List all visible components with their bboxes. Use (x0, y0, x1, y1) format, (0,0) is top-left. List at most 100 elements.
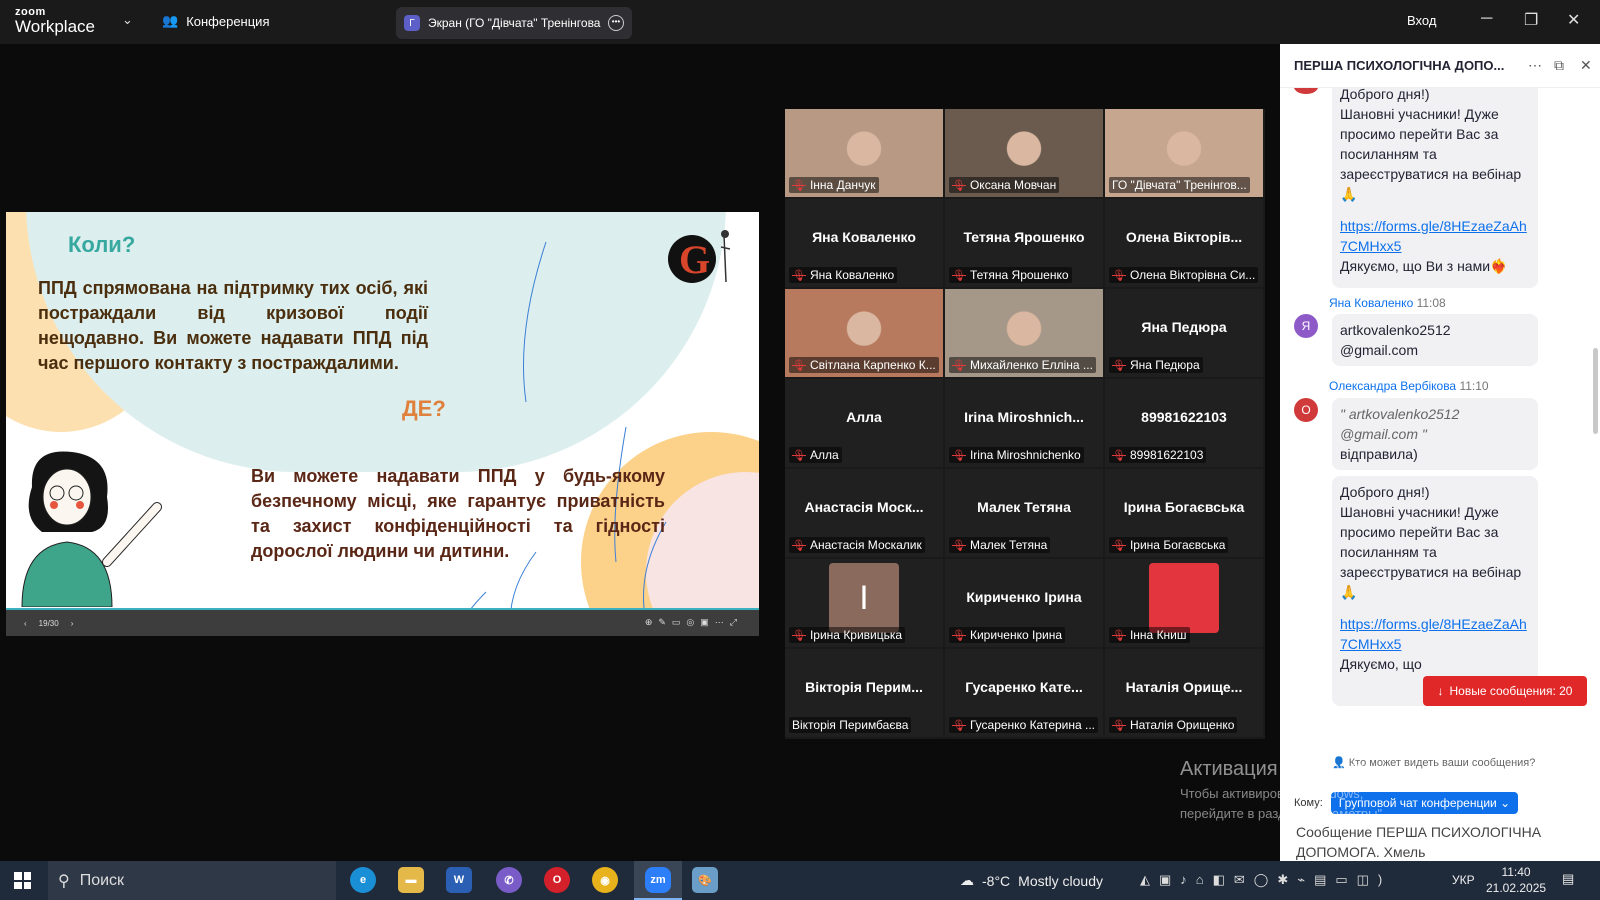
edge-icon[interactable]: e (350, 867, 376, 893)
chat-message: Доброго дня!) Шановні учасники! Дуже про… (1332, 476, 1538, 706)
chevron-down-icon[interactable]: ⌄ (122, 12, 133, 28)
zoom-logo: zoom Workplace (15, 7, 95, 36)
close-icon[interactable]: ✕ (1567, 10, 1580, 30)
language-indicator[interactable]: УКР (1452, 873, 1475, 887)
participant-tile[interactable]: 🎙 Світлана Карпенко К... (785, 289, 943, 377)
chat-header: ПЕРША ПСИХОЛОГІЧНА ДОПО... ⋯ ⧉ ✕ (1280, 44, 1600, 88)
participant-tile[interactable]: ГО "Дівчата" Тренінгов... (1105, 109, 1263, 197)
participant-tile[interactable]: 89981622103 🎙 89981622103 (1105, 379, 1263, 467)
weather-widget[interactable]: ☁ -8°C Mostly cloudy (960, 872, 1103, 889)
participant-caption: 🎙 Кириченко Ірина (949, 627, 1065, 643)
participant-caption-name: Інна Книш (1129, 628, 1187, 642)
screen-share-tab[interactable]: Г Экран (ГО "Дівчата" Тренінгова ••• (396, 7, 632, 39)
chat-scrollbar[interactable] (1593, 348, 1598, 434)
message-quote: " artkovalenko2512 @gmail.com " (1340, 406, 1460, 442)
participants-gallery: 🎙 Інна Данчук 🎙 Оксана Мовчан ГО "Дівчата" Т… (785, 109, 1265, 739)
participant-caption-name: Малек Тетяна (969, 538, 1048, 552)
participant-tile[interactable]: Тетяна Ярошенко 🎙 Тетяна Ярошенко (945, 199, 1103, 287)
participant-tile[interactable]: 🎙 Інна Книш (1105, 559, 1263, 647)
zoom-icon[interactable]: zm (645, 867, 671, 893)
windows-start-icon[interactable] (14, 872, 31, 889)
participant-tile[interactable]: Яна Коваленко 🎙 Яна Коваленко (785, 199, 943, 287)
message-text: Шановні учасники! Дуже просимо перейти В… (1340, 504, 1522, 600)
notification-icon[interactable]: ▤ (1562, 871, 1574, 887)
participant-caption-name: Ірина Богаєвська (1129, 538, 1226, 552)
participant-tile[interactable]: Ірина Богаєвська 🎙 Ірина Богаєвська (1105, 469, 1263, 557)
message-link[interactable]: https://forms.gle/8HEzaeZaAh7CMHxx5 (1340, 616, 1527, 652)
participant-tile[interactable]: Олена Вікторів... 🎙 Олена Вікторівна Си... (1105, 199, 1263, 287)
participant-name: 89981622103 (1141, 409, 1227, 425)
clock-time: 11:40 (1501, 865, 1531, 879)
file-explorer-icon[interactable]: ▬ (398, 867, 424, 893)
popout-icon[interactable]: ⧉ (1554, 57, 1564, 74)
slide-page-indicator: 19/30 (38, 618, 59, 628)
login-button[interactable]: Вход (1407, 13, 1436, 28)
chrome-icon[interactable]: ◉ (592, 867, 618, 893)
participant-tile[interactable]: 🎙 Михайленко Елліна ... (945, 289, 1103, 377)
participant-caption-name: Інна Данчук (809, 178, 876, 192)
more-options-icon[interactable]: ••• (608, 15, 624, 31)
prev-slide-icon[interactable]: ‹ (24, 619, 27, 628)
new-messages-label: Новые сообщения: 20 (1449, 684, 1573, 698)
participant-tile[interactable]: Вікторія Перим... Вікторія Перимбаєва (785, 649, 943, 737)
mic-muted-icon: 🎙 (792, 539, 806, 552)
participant-caption-name: ГО "Дівчата" Тренінгов... (1112, 178, 1247, 192)
mic-muted-icon: 🎙 (1112, 449, 1126, 462)
mic-muted-icon: 🎙 (952, 359, 966, 372)
participant-caption: ГО "Дівчата" Тренінгов... (1109, 177, 1250, 193)
participant-name: Анастасія Моск... (804, 499, 924, 515)
conference-button[interactable]: 👥 Конференция (162, 13, 269, 29)
participant-name: Наталія Орище... (1125, 679, 1243, 695)
opera-icon[interactable]: O (544, 867, 570, 893)
participant-caption-name: Михайленко Елліна ... (969, 358, 1093, 372)
more-icon[interactable]: ⋯ (1528, 57, 1542, 74)
participant-name: Малек Тетяна (977, 499, 1071, 515)
participant-tile[interactable]: Алла 🎙 Алла (785, 379, 943, 467)
mic-muted-icon: 🎙 (792, 629, 806, 642)
participant-tile[interactable]: I 🎙 Ірина Кривицька (785, 559, 943, 647)
participant-caption-name: Вікторія Перимбаєва (792, 718, 909, 732)
participant-caption: 🎙 Світлана Карпенко К... (789, 357, 939, 373)
participant-tile[interactable]: 🎙 Інна Данчук (785, 109, 943, 197)
participant-caption-name: Кириченко Ірина (969, 628, 1062, 642)
message-text: Дякуємо, що Ви з нами❤️‍🔥 (1340, 258, 1508, 274)
mic-muted-icon: 🎙 (1112, 719, 1126, 732)
chat-messages[interactable]: Доброго дня!) Шановні учасники! Дуже про… (1280, 88, 1600, 750)
participant-caption-name: Наталія Орищенко (1129, 718, 1235, 732)
chat-message: artkovalenko2512 @gmail.com (1332, 314, 1538, 366)
minimize-icon[interactable]: ─ (1481, 10, 1492, 28)
participant-caption: 🎙 Малек Тетяна (949, 537, 1051, 553)
chat-message: Доброго дня!) Шановні учасники! Дуже про… (1332, 88, 1538, 288)
word-icon[interactable]: W (446, 867, 472, 893)
paint-icon[interactable]: 🎨 (692, 867, 718, 893)
new-messages-button[interactable]: ↓ Новые сообщения: 20 (1423, 676, 1587, 706)
participant-tile[interactable]: Кириченко Ірина 🎙 Кириченко Ірина (945, 559, 1103, 647)
search-label: Поиск (79, 871, 125, 889)
taskbar-search[interactable]: ⚲ Поиск (48, 861, 336, 900)
slide-toolbar-icons[interactable]: ⊕✎▭◎▣⋯⤢ (645, 617, 743, 628)
participants-icon: 👥 (162, 13, 179, 28)
participant-tile[interactable]: Яна Педюра 🎙 Яна Педюра (1105, 289, 1263, 377)
message-input[interactable]: Сообщение ПЕРША ПСИХОЛОГІЧНА ДОПОМОГА. Х… (1296, 822, 1586, 862)
participant-tile[interactable]: Малек Тетяна 🎙 Малек Тетяна (945, 469, 1103, 557)
taskbar-clock[interactable]: 11:40 21.02.2025 (1486, 864, 1546, 896)
close-chat-icon[interactable]: ✕ (1580, 57, 1592, 74)
participant-caption-name: Irina Miroshnichenko (969, 448, 1081, 462)
message-sender: Олександра Вербікова 11:10 (1329, 379, 1489, 393)
participant-caption: 🎙 Тетяна Ярошенко (949, 267, 1072, 283)
participant-name: Кириченко Ірина (966, 589, 1082, 605)
avatar: О (1294, 398, 1318, 422)
participant-tile[interactable]: Анастасія Моск... 🎙 Анастасія Москалик (785, 469, 943, 557)
restore-icon[interactable]: ❐ (1524, 10, 1538, 30)
message-link[interactable]: https://forms.gle/8HEzaeZaAh7CMHxx5 (1340, 218, 1527, 254)
participant-tile[interactable]: Гусаренко Кате... 🎙 Гусаренко Катерина ... (945, 649, 1103, 737)
next-slide-icon[interactable]: › (71, 619, 74, 628)
cloudy-icon: ☁ (960, 872, 974, 888)
participant-tile[interactable]: Наталія Орище... 🎙 Наталія Орищенко (1105, 649, 1263, 737)
message-text: Дякуємо, що (1340, 656, 1422, 672)
slide-paragraph-2: Ви можете надавати ППД у будь-якому безп… (251, 466, 665, 561)
viber-icon[interactable]: ✆ (496, 867, 522, 893)
system-tray-icons[interactable]: ◭▣♪⌂◧✉◯✱⌁▤▭◫) (1140, 872, 1391, 888)
participant-tile[interactable]: 🎙 Оксана Мовчан (945, 109, 1103, 197)
participant-tile[interactable]: Irina Miroshnich... 🎙 Irina Miroshnichenko (945, 379, 1103, 467)
